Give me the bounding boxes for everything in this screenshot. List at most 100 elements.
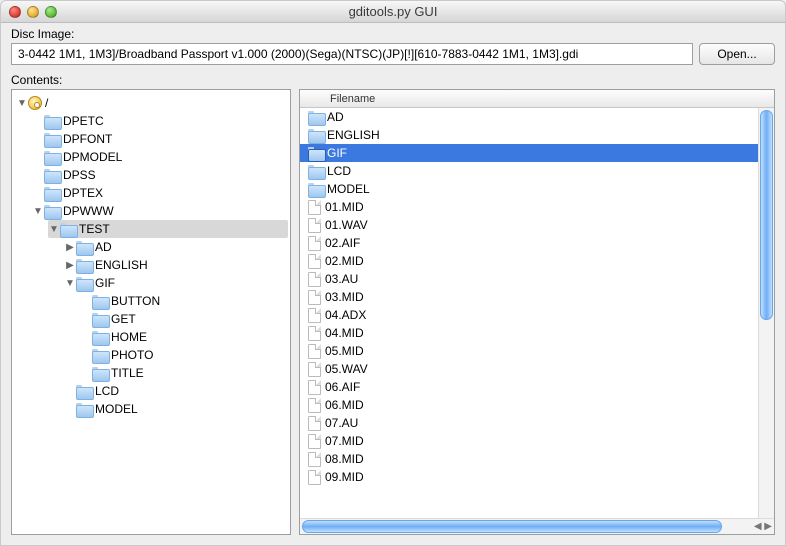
list-row-label: 02.MID [325,254,364,268]
directory-tree[interactable]: ▼/DPETCDPFONTDPMODELDPSSDPTEX▼DPWWW▼TEST… [12,90,290,534]
disclosure-open-icon[interactable]: ▼ [64,278,76,289]
folder-icon [92,313,108,326]
list-row[interactable]: ENGLISH [300,126,758,144]
folder-icon [44,133,60,146]
tree-item[interactable]: TITLE [80,364,288,382]
horizontal-scrollbar[interactable]: ◀ ▶ [300,518,774,534]
list-row[interactable]: 09.MID [300,468,758,486]
disclosure-open-icon[interactable]: ▼ [16,98,28,109]
tree-item-label: ENGLISH [95,258,148,272]
tree-item[interactable]: ▶ ENGLISH [64,256,288,274]
file-icon [308,290,321,305]
list-row-label: 08.MID [325,452,364,466]
list-row[interactable]: 02.AIF [300,234,758,252]
list-row-label: GIF [327,146,347,160]
list-row-label: 04.MID [325,326,364,340]
tree-item[interactable]: ▶ AD [64,238,288,256]
list-row[interactable]: GIF [300,144,758,162]
vertical-scrollbar[interactable] [758,108,774,518]
disclosure-closed-icon[interactable]: ▶ [64,242,76,253]
tree-item-label: DPWWW [63,204,114,218]
list-row[interactable]: LCD [300,162,758,180]
disc-image-path-field[interactable]: 3-0442 1M1, 1M3]/Broadband Passport v1.0… [11,43,693,65]
tree-item[interactable]: GET [80,310,288,328]
open-button[interactable]: Open... [699,43,775,65]
file-icon [308,434,321,449]
list-row-label: 06.AIF [325,380,360,394]
list-row[interactable]: 04.MID [300,324,758,342]
tree-panel: ▼/DPETCDPFONTDPMODELDPSSDPTEX▼DPWWW▼TEST… [11,89,291,535]
tree-item[interactable]: DPTEX [32,184,288,202]
list-row-label: 02.AIF [325,236,360,250]
list-row[interactable]: 06.AIF [300,378,758,396]
folder-icon [44,115,60,128]
zoom-icon[interactable] [45,6,57,18]
horizontal-scroll-thumb[interactable] [302,520,722,533]
list-row[interactable]: 05.WAV [300,360,758,378]
folder-icon [308,183,324,196]
vertical-scroll-thumb[interactable] [760,110,773,320]
file-list-panel: Filename AD ENGLISH GIF LCD MODEL 01.MID01.WA… [299,89,775,535]
horizontal-scroll-arrows[interactable]: ◀ ▶ [754,519,772,534]
disclosure-open-icon[interactable]: ▼ [48,224,60,235]
tree-item[interactable]: BUTTON [80,292,288,310]
window-title: gditools.py GUI [1,4,785,19]
tree-item[interactable]: ▼TEST [48,220,288,238]
list-row[interactable]: 02.MID [300,252,758,270]
tree-item[interactable]: ▼ DPWWW [32,202,288,220]
list-row[interactable]: AD [300,108,758,126]
folder-icon [44,187,60,200]
list-row-label: 03.AU [325,272,358,286]
list-row[interactable]: 07.AU [300,414,758,432]
list-row-label: 09.MID [325,470,364,484]
tree-item[interactable]: MODEL [64,400,288,418]
minimize-icon[interactable] [27,6,39,18]
list-row[interactable]: MODEL [300,180,758,198]
list-row[interactable]: 06.MID [300,396,758,414]
tree-item[interactable]: PHOTO [80,346,288,364]
tree-item[interactable]: DPSS [32,166,288,184]
file-icon [308,344,321,359]
file-icon [308,362,321,377]
folder-icon [44,169,60,182]
file-icon [308,236,321,251]
list-row-label: 05.MID [325,344,364,358]
list-header-filename[interactable]: Filename [300,90,774,108]
list-row[interactable]: 05.MID [300,342,758,360]
list-row-label: MODEL [327,182,370,196]
list-row[interactable]: 04.ADX [300,306,758,324]
titlebar[interactable]: gditools.py GUI [1,1,785,23]
close-icon[interactable] [9,6,21,18]
folder-icon [92,331,108,344]
folder-icon [308,111,324,124]
tree-item[interactable]: DPMODEL [32,148,288,166]
tree-item-label: GIF [95,276,115,290]
tree-item[interactable]: DPETC [32,112,288,130]
list-row[interactable]: 03.AU [300,270,758,288]
list-row-label: ENGLISH [327,128,380,142]
tree-item-label: DPFONT [63,132,112,146]
disclosure-open-icon[interactable]: ▼ [32,206,44,217]
file-icon [308,416,321,431]
list-row-label: 04.ADX [325,308,366,322]
list-row[interactable]: 07.MID [300,432,758,450]
tree-item-label: DPTEX [63,186,103,200]
tree-item-label: HOME [111,330,147,344]
file-icon [308,380,321,395]
tree-item[interactable]: ▼ GIF [64,274,288,292]
list-row[interactable]: 01.WAV [300,216,758,234]
list-row[interactable]: 01.MID [300,198,758,216]
list-row[interactable]: 08.MID [300,450,758,468]
tree-item[interactable]: HOME [80,328,288,346]
tree-item[interactable]: LCD [64,382,288,400]
file-list[interactable]: AD ENGLISH GIF LCD MODEL 01.MID01.WAV 02.AIF 02… [300,108,758,486]
list-row[interactable]: 03.MID [300,288,758,306]
app-window: gditools.py GUI Disc Image: 3-0442 1M1, … [0,0,786,546]
file-icon [308,218,321,233]
tree-root[interactable]: ▼/ [16,94,288,112]
file-icon [308,254,321,269]
tree-item[interactable]: DPFONT [32,130,288,148]
tree-item-label: BUTTON [111,294,160,308]
disclosure-closed-icon[interactable]: ▶ [64,260,76,271]
tree-item-label: AD [95,240,112,254]
